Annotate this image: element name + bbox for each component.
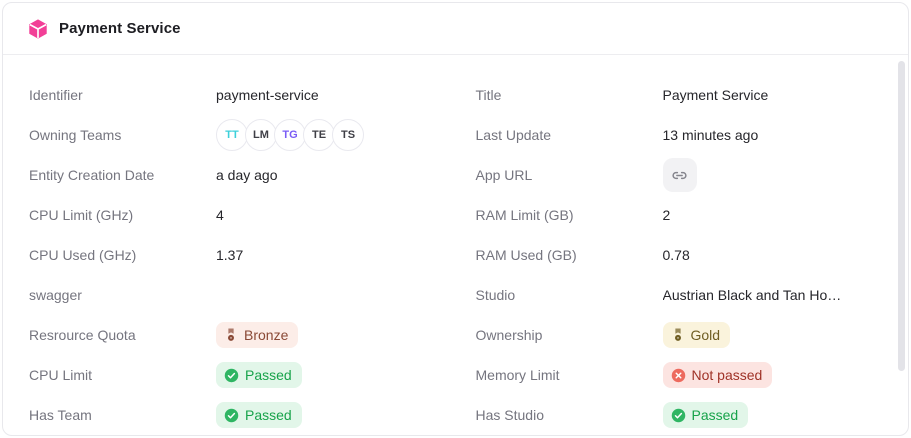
card-header: Payment Service [3,3,908,55]
field-label: RAM Limit (GB) [476,207,663,223]
status-badge: Passed [216,362,302,388]
badge-label: Passed [245,367,292,383]
x-circle-icon [671,368,686,383]
app-url-link-button[interactable] [663,158,697,192]
field-row: RAM Limit (GB)2 [476,195,883,235]
field-value: payment-service [216,87,319,103]
field-label: CPU Limit (GHz) [29,207,216,223]
field-label: CPU Limit [29,367,216,383]
field-label: swagger [29,287,216,303]
field-row: CPU Used (GHz)1.37 [29,235,456,275]
badge-label: Gold [691,327,721,343]
owning-teams-avatar-group: TTLMTGTETS [216,119,364,151]
details-grid: Identifierpayment-serviceOwning TeamsTTL… [3,55,908,435]
avatar[interactable]: TS [332,119,364,151]
field-label: Studio [476,287,663,303]
field-value: 13 minutes ago [663,127,759,143]
details-column-right: TitlePayment ServiceLast Update13 minute… [456,75,883,435]
field-row: Last Update13 minutes ago [476,115,883,155]
field-label: App URL [476,167,663,183]
field-row: CPU Limit (GHz)4 [29,195,456,235]
field-row: Has Team Passed [29,395,456,435]
field-value: a day ago [216,167,278,183]
field-label: Title [476,87,663,103]
field-label: CPU Used (GHz) [29,247,216,263]
field-label: Memory Limit [476,367,663,383]
badge-label: Bronze [244,327,288,343]
field-row: TitlePayment Service [476,75,883,115]
badge-label: Passed [692,407,739,423]
check-circle-icon [224,368,239,383]
field-label: Resrource Quota [29,327,216,343]
field-row: App URL [476,155,883,195]
payment-service-card: Payment Service Identifierpayment-servic… [2,2,909,436]
field-row: Ownership Gold [476,315,883,355]
status-badge: Bronze [216,322,298,348]
field-label: Identifier [29,87,216,103]
field-row: StudioAustrian Black and Tan Ho… [476,275,883,315]
badge-label: Passed [245,407,292,423]
field-label: Entity Creation Date [29,167,216,183]
field-value: Austrian Black and Tan Ho… [663,287,842,303]
field-label: Has Team [29,407,216,423]
field-row: swagger [29,275,456,315]
check-circle-icon [671,408,686,423]
badge-label: Not passed [692,367,763,383]
medal-icon [224,328,238,343]
field-row: Owning TeamsTTLMTGTETS [29,115,456,155]
cube-icon [27,18,49,40]
scrollbar-thumb[interactable] [898,61,905,371]
avatar[interactable]: TT [216,119,248,151]
field-label: Last Update [476,127,663,143]
medal-icon [671,328,685,343]
field-value: Payment Service [663,87,769,103]
details-column-left: Identifierpayment-serviceOwning TeamsTTL… [29,75,456,435]
status-badge: Passed [216,402,302,428]
link-icon [671,167,688,184]
field-row: Resrource Quota Bronze [29,315,456,355]
field-row: Identifierpayment-service [29,75,456,115]
field-row: Has Studio Passed [476,395,883,435]
check-circle-icon [224,408,239,423]
field-row: CPU Limit Passed [29,355,456,395]
field-value: 4 [216,207,224,223]
status-badge: Passed [663,402,749,428]
field-row: RAM Used (GB)0.78 [476,235,883,275]
status-badge: Gold [663,322,731,348]
field-label: RAM Used (GB) [476,247,663,263]
avatar[interactable]: TE [303,119,335,151]
field-row: Memory Limit Not passed [476,355,883,395]
page-title: Payment Service [59,20,181,37]
field-value: 0.78 [663,247,690,263]
field-label: Has Studio [476,407,663,423]
field-label: Owning Teams [29,127,216,143]
field-value: 1.37 [216,247,243,263]
avatar[interactable]: LM [245,119,277,151]
field-value: 2 [663,207,671,223]
avatar[interactable]: TG [274,119,306,151]
status-badge: Not passed [663,362,773,388]
field-label: Ownership [476,327,663,343]
field-row: Entity Creation Datea day ago [29,155,456,195]
